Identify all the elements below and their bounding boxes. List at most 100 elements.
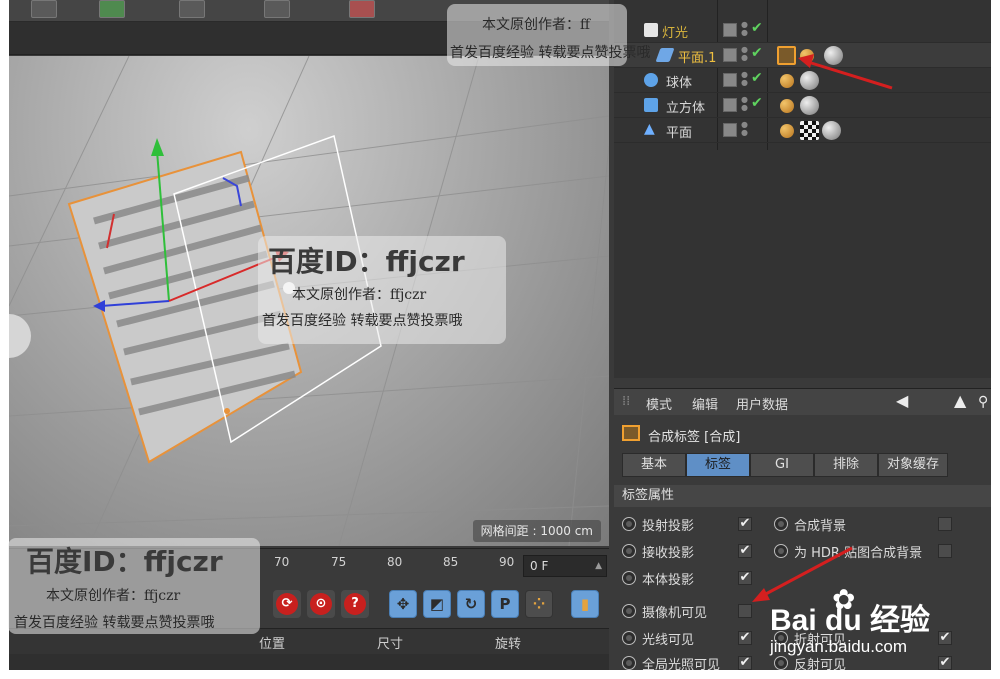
search-icon[interactable]: ⚲ [978,394,988,410]
enabled-check-icon[interactable]: ✔ [751,70,763,86]
watermark-author: 本文原创作者：ff [482,17,590,33]
autokey-button[interactable]: ⊙ [307,590,335,618]
seen-by-gi-checkbox[interactable]: ✔ [738,656,752,670]
material-tag-icon[interactable] [780,124,794,138]
tick-label: 70 [274,555,290,569]
section-header: 标签属性 [614,485,991,507]
checker-texture-icon[interactable] [800,121,819,140]
toolbar-button[interactable] [31,0,57,18]
property-label: 为 HDR 贴图合成背景 [794,546,923,561]
material-sphere-icon[interactable] [800,96,819,115]
scale-key-button[interactable]: ◩ [423,590,451,618]
help-icon: ? [344,593,366,615]
back-arrow-icon[interactable]: ◀ [896,391,908,410]
tick-label: 85 [443,555,459,569]
record-keyframe-button[interactable]: ⟳ [273,590,301,618]
object-row[interactable]: ▲ 平面 ● ● [614,118,991,143]
tab-tag[interactable]: 标签 [686,453,750,477]
menu-edit[interactable]: 编辑 [692,394,718,413]
enabled-check-icon[interactable]: ✔ [751,20,763,36]
material-sphere-icon[interactable] [822,121,841,140]
watermark-author: 本文原创作者：ffjczr [292,287,427,303]
hdr-background-checkbox[interactable] [938,544,952,558]
current-frame-field[interactable]: 0 F ▲▼ [523,555,607,591]
animate-radio-icon[interactable] [622,571,636,585]
cast-shadows-checkbox[interactable]: ✔ [738,517,752,531]
toolbar-button[interactable] [264,0,290,18]
object-row[interactable]: 灯光 ● ● ✔ [614,18,991,43]
toolbar-button[interactable] [179,0,205,18]
material-tag-icon[interactable] [780,74,794,88]
sphere-object[interactable] [9,314,31,358]
sphere-object-icon [644,73,658,87]
seen-by-rays-property[interactable]: 光线可见 ✔ [622,627,762,649]
visibility-dots-icon[interactable]: ● ● [741,21,749,37]
film-strip-button[interactable]: ▮ [571,590,599,618]
pla-key-button[interactable]: ⁘ [525,590,553,618]
compositing-background-checkbox[interactable] [938,517,952,531]
animate-radio-icon[interactable] [622,656,636,670]
layer-icon[interactable] [723,23,737,37]
tab-object-buffer[interactable]: 对象缓存 [878,453,948,477]
self-shadowing-checkbox[interactable]: ✔ [738,571,752,585]
material-sphere-icon[interactable] [800,71,819,90]
object-row[interactable]: 球体 ● ● ✔ [614,68,991,93]
animate-radio-icon[interactable] [622,544,636,558]
enabled-check-icon[interactable]: ✔ [751,45,763,61]
toolbar-button[interactable] [349,0,375,18]
tab-basic[interactable]: 基本 [622,453,686,477]
property-label: 摄像机可见 [642,606,708,621]
menu-user-data[interactable]: 用户数据 [736,394,788,413]
material-tag-icon[interactable] [780,99,794,113]
seen-by-camera-checkbox[interactable] [738,604,752,618]
object-row[interactable]: 平面.1 ● ● ✔ [614,43,991,68]
object-name: 灯光 [662,26,689,41]
attribute-tabs: 基本 标签 GI 排除 对象缓存 [614,453,991,479]
layer-icon[interactable] [723,98,737,112]
animate-radio-icon[interactable] [622,604,636,618]
tick-label: 80 [387,555,403,569]
parameter-key-button[interactable]: P [491,590,519,618]
rotate-icon: ↻ [464,595,478,613]
material-tag-icon[interactable] [800,49,814,63]
object-row[interactable]: 立方体 ● ● ✔ [614,93,991,118]
move-key-button[interactable]: ✥ [389,590,417,618]
layer-icon[interactable] [723,73,737,87]
object-name: 球体 [666,76,693,91]
baidu-jingyan-logo: ✿ Bai du 经验 jingyan.baidu.com [770,583,985,675]
receive-shadows-property[interactable]: 接收投影 ✔ [622,540,762,562]
animate-radio-icon[interactable] [622,517,636,531]
compositing-tag-icon[interactable] [777,46,796,65]
cast-shadows-property[interactable]: 投射投影 ✔ [622,513,762,535]
layer-icon[interactable] [723,123,737,137]
compositing-tag-icon [622,425,640,441]
tick-label: 90 [499,555,515,569]
animate-radio-icon[interactable] [622,631,636,645]
tick-label: 75 [331,555,347,569]
receive-shadows-checkbox[interactable]: ✔ [738,544,752,558]
light-object-icon [644,23,658,37]
hdr-background-property[interactable]: 为 HDR 贴图合成背景 [774,540,954,562]
visibility-dots-icon[interactable]: ● ● [741,46,749,62]
visibility-dots-icon[interactable]: ● ● [741,71,749,87]
enabled-check-icon[interactable]: ✔ [751,95,763,111]
keyframe-selection-button[interactable]: ? [341,590,369,618]
self-shadowing-property[interactable]: 本体投影 ✔ [622,567,762,589]
seen-by-camera-property[interactable]: 摄像机可见 [622,600,762,622]
watermark-author: 本文原创作者：ffjczr [46,588,181,604]
visibility-dots-icon[interactable]: ● ● [741,96,749,112]
toolbar-button[interactable] [99,0,125,18]
compositing-background-property[interactable]: 合成背景 [774,513,954,535]
layer-icon[interactable] [723,48,737,62]
animate-radio-icon[interactable] [774,544,788,558]
seen-by-gi-property[interactable]: 全局光照可见 ✔ [622,652,762,670]
seen-by-rays-checkbox[interactable]: ✔ [738,631,752,645]
visibility-dots-icon[interactable]: ● ● [741,121,749,137]
menu-mode[interactable]: 模式 [646,394,672,413]
up-arrow-icon[interactable]: ▲ [954,391,966,410]
rotate-key-button[interactable]: ↻ [457,590,485,618]
tab-exclusion[interactable]: 排除 [814,453,878,477]
tab-gi[interactable]: GI [750,453,814,477]
texture-tag-icon[interactable] [824,46,843,65]
animate-radio-icon[interactable] [774,517,788,531]
